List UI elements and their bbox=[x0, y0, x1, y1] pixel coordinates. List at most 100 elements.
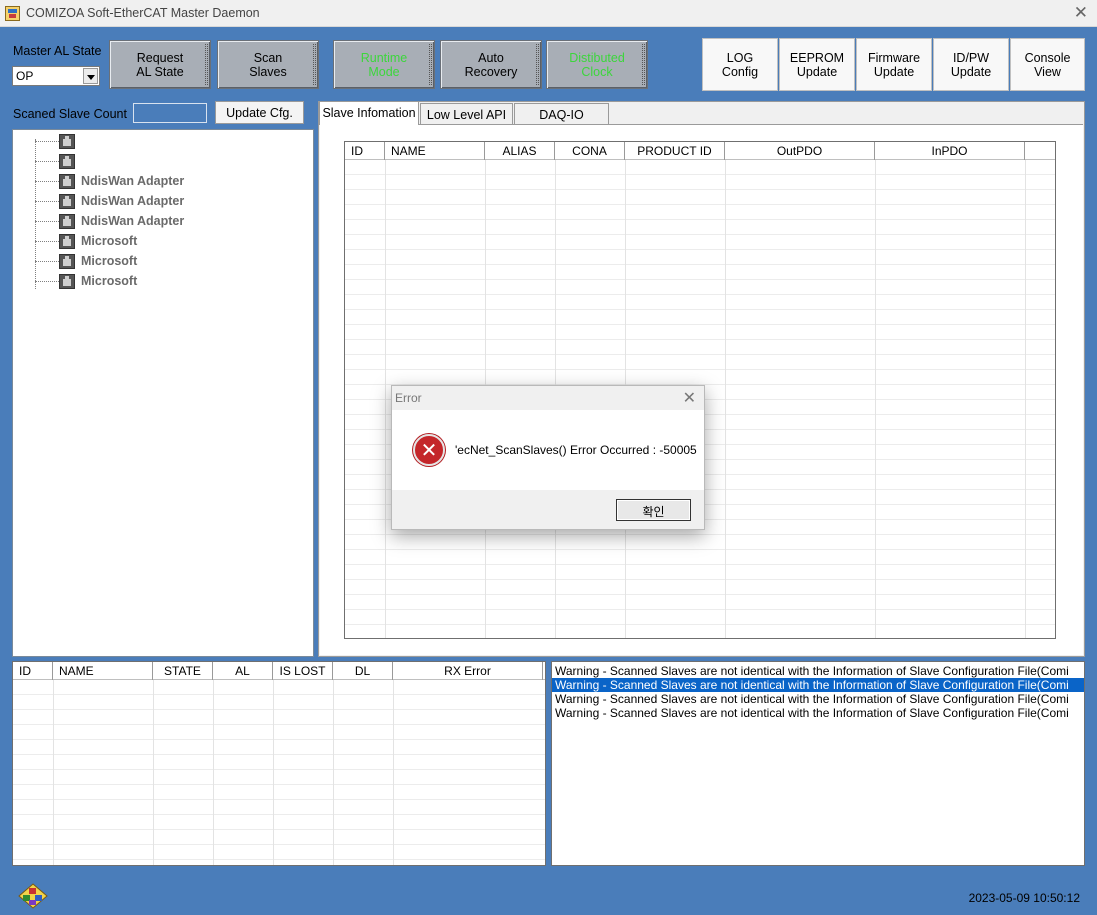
status-datetime: 2023-05-09 10:50:12 bbox=[968, 891, 1080, 905]
title-bar: COMIZOA Soft-EtherCAT Master Daemon ✕ bbox=[0, 0, 1097, 27]
tab-daq-io[interactable]: DAQ-IO bbox=[514, 103, 609, 125]
grid-column-line bbox=[875, 160, 876, 638]
tree-item-label: NdisWan Adapter bbox=[81, 214, 185, 228]
tree-connector bbox=[35, 221, 59, 222]
tree-item-label: Microsoft bbox=[81, 254, 138, 268]
console-view-button[interactable]: Console View bbox=[1010, 38, 1085, 91]
tab-slave-information[interactable]: Slave Infomation bbox=[319, 101, 419, 125]
column-header-state[interactable]: STATE bbox=[153, 662, 213, 680]
column-header-name[interactable]: NAME bbox=[385, 142, 485, 160]
column-header-rx-error[interactable]: RX Error bbox=[393, 662, 543, 680]
network-adapter-icon bbox=[59, 234, 75, 249]
network-adapter-icon bbox=[59, 214, 75, 229]
network-adapter-icon bbox=[59, 274, 75, 289]
network-adapter-icon bbox=[59, 174, 75, 189]
ok-button[interactable]: 확인 bbox=[616, 499, 691, 521]
grid-row-lines bbox=[13, 680, 545, 865]
grip-icon bbox=[429, 44, 432, 85]
column-header-product-id[interactable]: PRODUCT ID bbox=[625, 142, 725, 160]
id-pw-update-button[interactable]: ID/PW Update bbox=[933, 38, 1009, 91]
status-icon[interactable] bbox=[18, 883, 48, 909]
grip-icon bbox=[313, 44, 316, 85]
request-al-state-button[interactable]: Request AL State bbox=[109, 40, 211, 89]
tree-connector bbox=[35, 261, 59, 262]
scanned-slave-count-label: Scaned Slave Count bbox=[13, 107, 127, 121]
tree-connector bbox=[35, 181, 59, 182]
chevron-down-icon[interactable] bbox=[83, 68, 98, 84]
button-label: Clock bbox=[581, 65, 613, 79]
error-icon: ✕ bbox=[413, 434, 445, 466]
slave-tree[interactable]: NdisWan Adapter NdisWan Adapter NdisWan … bbox=[12, 129, 314, 657]
dialog-title: Error bbox=[395, 391, 422, 405]
scan-slaves-button[interactable]: Scan Slaves bbox=[217, 40, 319, 89]
grid-column-line bbox=[273, 680, 274, 865]
log-entry[interactable]: Warning - Scanned Slaves are not identic… bbox=[552, 706, 1084, 720]
button-label: ID/PW bbox=[952, 51, 990, 65]
column-header-alias[interactable]: ALIAS bbox=[485, 142, 555, 160]
log-list[interactable]: Warning - Scanned Slaves are not identic… bbox=[551, 661, 1085, 866]
column-header-dl[interactable]: DL bbox=[333, 662, 393, 680]
dialog-title-bar: Error ✕ bbox=[392, 386, 704, 410]
grid-column-line bbox=[153, 680, 154, 865]
app-icon bbox=[5, 6, 20, 21]
tree-item-label: Microsoft bbox=[81, 274, 138, 288]
tree-connector bbox=[35, 161, 59, 162]
log-entry-selected[interactable]: Warning - Scanned Slaves are not identic… bbox=[552, 678, 1084, 692]
log-entry[interactable]: Warning - Scanned Slaves are not identic… bbox=[552, 664, 1084, 678]
tree-item-label: NdisWan Adapter bbox=[81, 194, 185, 208]
window-title: COMIZOA Soft-EtherCAT Master Daemon bbox=[26, 6, 260, 20]
button-label: AL State bbox=[136, 65, 184, 79]
slave-status-table[interactable]: ID NAME STATE AL IS LOST DL RX Error bbox=[12, 661, 546, 866]
column-header-id[interactable]: ID bbox=[13, 662, 53, 680]
column-header-al[interactable]: AL bbox=[213, 662, 273, 680]
dialog-close-icon[interactable]: ✕ bbox=[683, 388, 696, 408]
error-message: 'ecNet_ScanSlaves() Error Occurred : -50… bbox=[455, 443, 697, 457]
column-header-name[interactable]: NAME bbox=[53, 662, 153, 680]
button-label: Scan bbox=[253, 51, 283, 65]
button-label: Firmware bbox=[867, 51, 921, 65]
network-adapter-icon bbox=[59, 254, 75, 269]
button-label: Config bbox=[721, 65, 759, 79]
eeprom-update-button[interactable]: EEPROM Update bbox=[779, 38, 855, 91]
column-header-cona[interactable]: CONA bbox=[555, 142, 625, 160]
button-label: Runtime bbox=[360, 51, 408, 65]
button-label: View bbox=[1034, 65, 1061, 79]
button-label: LOG bbox=[726, 51, 754, 65]
table-header: ID NAME ALIAS CONA PRODUCT ID OutPDO InP… bbox=[345, 142, 1055, 160]
scanned-slave-count-field[interactable] bbox=[133, 103, 207, 123]
tree-connector bbox=[35, 201, 59, 202]
window-close-icon[interactable]: ✕ bbox=[1074, 3, 1088, 23]
column-header-is-lost[interactable]: IS LOST bbox=[273, 662, 333, 680]
tree-connector bbox=[35, 281, 59, 282]
tab-low-level-api[interactable]: Low Level API bbox=[420, 103, 513, 125]
log-entry[interactable]: Warning - Scanned Slaves are not identic… bbox=[552, 692, 1084, 706]
network-adapter-icon bbox=[59, 154, 75, 169]
column-header-inpdo[interactable]: InPDO bbox=[875, 142, 1025, 160]
button-label: Update bbox=[950, 65, 992, 79]
firmware-update-button[interactable]: Firmware Update bbox=[856, 38, 932, 91]
tree-item-label: NdisWan Adapter bbox=[81, 174, 185, 188]
runtime-mode-button[interactable]: Runtime Mode bbox=[333, 40, 435, 89]
dialog-body: ✕ 'ecNet_ScanSlaves() Error Occurred : -… bbox=[392, 410, 704, 490]
distributed-clock-button[interactable]: Distibuted Clock bbox=[546, 40, 648, 89]
button-label: Request bbox=[136, 51, 184, 65]
column-header-outpdo[interactable]: OutPDO bbox=[725, 142, 875, 160]
network-adapter-icon bbox=[59, 134, 75, 149]
button-label: Recovery bbox=[464, 65, 518, 79]
grid-column-line bbox=[1025, 160, 1026, 638]
log-config-button[interactable]: LOG Config bbox=[702, 38, 778, 91]
button-label: EEPROM bbox=[789, 51, 845, 65]
button-label: Mode bbox=[368, 65, 400, 79]
auto-recovery-button[interactable]: Auto Recovery bbox=[440, 40, 542, 89]
column-header-id[interactable]: ID bbox=[345, 142, 385, 160]
button-label: Slaves bbox=[249, 65, 287, 79]
button-label: Distibuted bbox=[569, 51, 625, 65]
grip-icon bbox=[642, 44, 645, 85]
network-adapter-icon bbox=[59, 194, 75, 209]
grid-column-line bbox=[385, 160, 386, 638]
tree-connector bbox=[35, 241, 59, 242]
grid-column-line bbox=[333, 680, 334, 865]
update-cfg-button[interactable]: Update Cfg. bbox=[215, 101, 304, 124]
master-al-state-select[interactable]: OP bbox=[12, 66, 100, 86]
grip-icon bbox=[205, 44, 208, 85]
